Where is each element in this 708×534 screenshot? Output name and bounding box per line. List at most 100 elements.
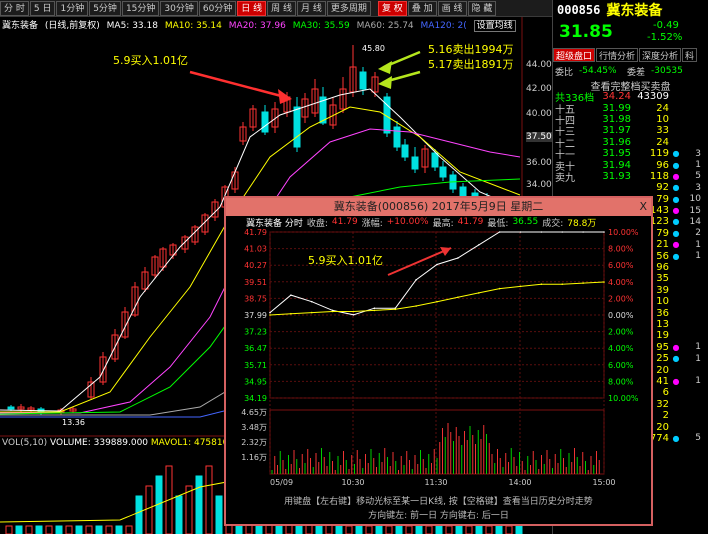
volume-bar <box>65 525 73 534</box>
price-point <box>352 313 355 316</box>
axis-tick-current: 37.50 <box>526 132 552 142</box>
level-price: 31.98 <box>602 113 631 125</box>
level-count: 5 <box>695 171 701 182</box>
volume-bar <box>375 525 383 534</box>
volume-legend: VOL(5,10) VOLUME: 339889.000 MAVOL1: 475… <box>2 438 228 448</box>
period-tab[interactable]: 月 线 <box>297 0 326 16</box>
order-marker-icon: ● <box>672 160 680 170</box>
info-vol-label: 成交: <box>542 218 564 229</box>
volume-bar <box>205 465 213 534</box>
popup-title: 冀东装备(000856) 2017年5月9日 星期二 <box>333 200 544 213</box>
level-volume: 10 <box>656 113 669 125</box>
adjust-button[interactable]: 复 权 <box>377 0 407 16</box>
candle-down <box>359 71 367 90</box>
popup-hint: 用键盘【左右键】移动光标至某一日K线, 按【空格键】查看当日历史分时走势 <box>284 497 593 507</box>
vol-value: VOLUME: 339889.000 <box>50 438 149 448</box>
more-periods-button[interactable]: 更多周期 <box>326 0 371 16</box>
candle-down <box>293 106 301 148</box>
avg-price-line <box>269 281 605 316</box>
period-tab[interactable]: 1分钟 <box>56 0 89 16</box>
period-tab[interactable]: 分 时 <box>0 0 29 16</box>
period-tab[interactable]: 60分钟 <box>198 0 237 16</box>
low-label: 13.36 <box>62 418 85 427</box>
volume-bar <box>55 525 63 534</box>
volume-bar <box>75 525 83 534</box>
level-label: 卖九 <box>555 172 575 184</box>
tab-deep-analysis[interactable]: 深度分析 <box>639 48 682 62</box>
volume-bar <box>385 525 393 534</box>
intraday-chart[interactable]: 41.79 10.00% 41.03 8.00% 40.27 6.00% 39.51 4.00… <box>226 228 651 494</box>
avg-point <box>352 310 355 313</box>
level-price: 31.93 <box>602 170 631 182</box>
order-marker-icon: ● <box>672 171 680 181</box>
avg-point <box>290 312 292 315</box>
hide-button[interactable]: 隐 藏 <box>467 0 497 16</box>
period-tab[interactable]: 5 日 <box>29 0 56 16</box>
price-tick-label: 37.23 <box>244 328 267 337</box>
diff-value: -30535 <box>651 66 683 76</box>
tab-super-book[interactable]: 超级盘口 <box>553 48 596 62</box>
popup-hint-keys: 方向键左: 前一日 方向键右: 后一日 <box>368 511 509 521</box>
order-marker-icon: ● <box>672 217 680 227</box>
period-tab[interactable]: 周 线 <box>267 0 297 16</box>
ratio-label: 委比 <box>555 67 574 78</box>
avg-point <box>477 292 480 294</box>
candle-down <box>401 144 409 158</box>
level-price: 31.95 <box>602 148 631 160</box>
period-tab[interactable]: 15分钟 <box>121 0 160 16</box>
overlay-button[interactable]: 叠 加 <box>407 0 437 16</box>
volume-bar <box>15 525 23 534</box>
avg-point <box>269 314 271 316</box>
vol-tick-label: 1.16万 <box>241 453 267 462</box>
info-low-label: 最低: <box>487 218 509 229</box>
level-count: 3 <box>695 182 701 193</box>
period-tab[interactable]: 30分钟 <box>160 0 198 16</box>
quote-tabs: 超级盘口 行情分析 深度分析 科 <box>553 48 708 62</box>
level-volume: 96 <box>656 159 669 171</box>
level-price: 31.99 <box>602 102 631 114</box>
tab-more[interactable]: 科 <box>682 48 698 62</box>
pct-tick-label: 10.00% <box>608 228 639 237</box>
pct-tick-label: 4.00% <box>608 344 634 353</box>
tab-analysis[interactable]: 行情分析 <box>596 48 639 62</box>
level-count: 3 <box>695 148 701 159</box>
level-count: 1 <box>695 251 701 262</box>
info-chg: +10.00% <box>386 217 429 227</box>
price-point <box>498 231 501 233</box>
order-marker-icon: ● <box>672 206 680 216</box>
period-tab[interactable]: 5分钟 <box>89 0 121 16</box>
order-marker-icon: ● <box>672 240 680 250</box>
axis-tick: 42.00 <box>526 84 552 94</box>
pct-tick-label: 0.00% <box>608 311 634 320</box>
vol-label: VOL(5,10) <box>2 438 48 448</box>
period-tab-active[interactable]: 日 线 <box>237 0 267 16</box>
avg-point <box>331 310 334 313</box>
price-point <box>290 294 292 296</box>
legend-ma5: MA5: 33.18 <box>106 21 158 31</box>
level-count: 2 <box>695 228 701 239</box>
vol-tick-label: 4.65万 <box>241 408 267 417</box>
order-marker-icon: ● <box>672 376 680 386</box>
order-marker-icon: ● <box>672 354 680 364</box>
price-point <box>582 231 584 233</box>
close-button[interactable]: X <box>639 198 647 216</box>
order-marker-icon: ● <box>672 149 680 159</box>
volume-bar <box>85 525 93 534</box>
volume-bar <box>445 525 453 534</box>
candle-down <box>431 152 439 168</box>
legend-ma10: MA10: 35.14 <box>164 21 222 31</box>
pct-tick-label: 2.00% <box>608 328 634 337</box>
level-volume: 24 <box>656 136 669 148</box>
order-marker-icon: ● <box>672 228 680 238</box>
level-volume: 119 <box>649 148 669 160</box>
pct-tick-label: 2.00% <box>608 294 634 303</box>
volume-bar <box>485 525 493 534</box>
draw-button[interactable]: 画 线 <box>437 0 467 16</box>
volume-bar <box>45 525 53 534</box>
arrow-head <box>378 76 392 89</box>
price-tick-label: 39.51 <box>244 278 267 287</box>
ma-settings-button[interactable]: 设置均线 <box>473 20 516 32</box>
level-volume: 92 <box>656 182 669 194</box>
volume-bar <box>105 525 113 534</box>
total-vol: 43309 <box>637 91 669 103</box>
